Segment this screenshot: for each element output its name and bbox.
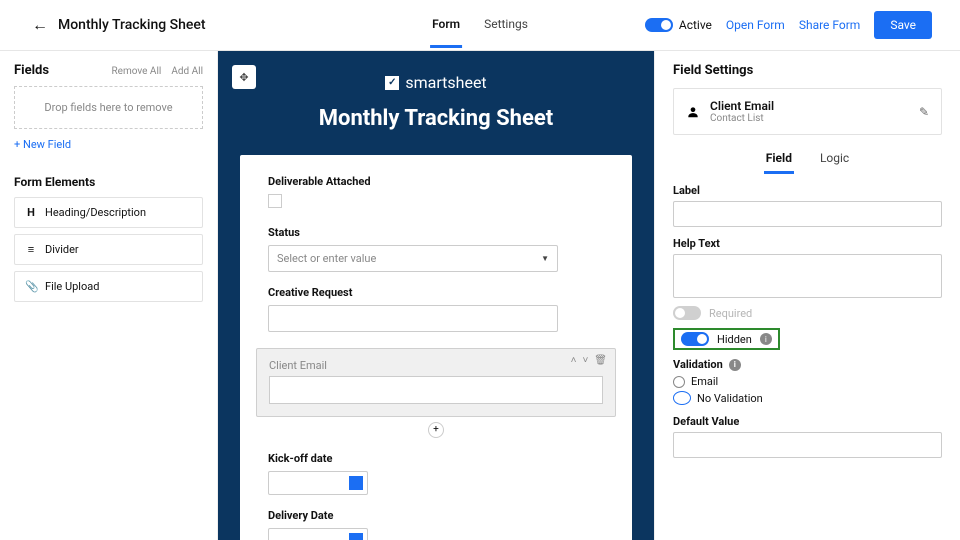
field-label-kickoff: Kick-off date xyxy=(268,452,604,465)
info-icon[interactable]: i xyxy=(760,333,772,345)
chevron-down-icon: ▼ xyxy=(541,254,549,263)
fields-panel: Fields Remove All Add All Drop fields he… xyxy=(0,51,218,540)
subtab-logic[interactable]: Logic xyxy=(818,145,851,174)
status-select[interactable]: Select or enter value ▼ xyxy=(268,245,558,272)
element-file-upload[interactable]: 📎 File Upload xyxy=(14,271,203,302)
edit-icon[interactable]: ✎ xyxy=(919,105,929,119)
tab-settings[interactable]: Settings xyxy=(482,3,530,48)
help-text-input[interactable] xyxy=(673,254,942,298)
element-divider[interactable]: ≡ Divider xyxy=(14,234,203,265)
hidden-toggle[interactable] xyxy=(681,332,709,346)
client-email-input[interactable] xyxy=(269,376,603,404)
required-toggle[interactable] xyxy=(673,306,701,320)
top-tabs: Form Settings xyxy=(430,3,530,48)
tab-form[interactable]: Form xyxy=(430,3,462,48)
move-up-icon[interactable]: ˄ xyxy=(571,355,577,366)
brand-logo: ✓ smartsheet xyxy=(240,73,632,92)
validation-email-radio[interactable] xyxy=(673,376,685,388)
attachment-icon: 📎 xyxy=(25,280,37,293)
add-all-link[interactable]: Add All xyxy=(171,66,203,77)
active-toggle[interactable] xyxy=(645,18,673,32)
form-canvas: ✥ ✓ smartsheet Monthly Tracking Sheet De… xyxy=(218,51,654,540)
active-label: Active xyxy=(679,18,712,32)
element-label: Heading/Description xyxy=(45,206,146,219)
help-text-label: Help Text xyxy=(673,237,942,250)
info-icon[interactable]: i xyxy=(729,359,741,371)
form-elements-heading: Form Elements xyxy=(14,175,203,189)
share-form-link[interactable]: Share Form xyxy=(799,18,861,32)
field-label-status: Status xyxy=(268,226,604,239)
selected-field-name: Client Email xyxy=(710,99,774,113)
default-value-label: Default Value xyxy=(673,415,942,428)
hidden-label: Hidden xyxy=(717,333,752,346)
fields-heading: Fields xyxy=(14,63,49,78)
back-arrow-icon[interactable]: ← xyxy=(32,15,48,35)
validation-label: Validation xyxy=(673,358,723,371)
element-label: Divider xyxy=(45,243,79,256)
field-label-creative: Creative Request xyxy=(268,286,604,299)
creative-input[interactable] xyxy=(268,305,558,332)
form-card: Deliverable Attached Status Select or en… xyxy=(240,155,632,540)
default-value-input[interactable] xyxy=(673,432,942,458)
save-button[interactable]: Save xyxy=(874,11,932,39)
delivery-date-input[interactable] xyxy=(268,528,368,540)
remove-dropzone[interactable]: Drop fields here to remove xyxy=(14,86,203,129)
selected-field-type: Contact List xyxy=(710,113,774,124)
field-settings-heading: Field Settings xyxy=(673,63,942,78)
field-label-delivery: Delivery Date xyxy=(268,509,604,522)
calendar-icon xyxy=(349,533,363,540)
hidden-highlight: Hidden i xyxy=(673,328,780,350)
selected-field-client-email[interactable]: ˄ ˅ 🗑 Client Email xyxy=(256,348,616,417)
remove-all-link[interactable]: Remove All xyxy=(112,66,162,77)
validation-none-label: No Validation xyxy=(697,392,763,405)
validation-email-label: Email xyxy=(691,375,718,388)
field-label-deliverable: Deliverable Attached xyxy=(268,175,604,188)
brand-mark-icon: ✓ xyxy=(385,76,399,90)
required-label: Required xyxy=(709,307,752,320)
open-form-link[interactable]: Open Form xyxy=(726,18,785,32)
move-down-icon[interactable]: ˅ xyxy=(582,355,588,366)
status-placeholder: Select or enter value xyxy=(277,252,376,265)
delete-icon[interactable]: 🗑 xyxy=(594,355,607,366)
page-title: Monthly Tracking Sheet xyxy=(58,17,206,33)
contact-icon xyxy=(686,105,700,119)
validation-none-radio[interactable] xyxy=(673,391,691,405)
brand-text: smartsheet xyxy=(405,73,486,92)
subtab-field[interactable]: Field xyxy=(764,145,794,174)
active-toggle-wrap: Active xyxy=(645,18,712,32)
kickoff-date-input[interactable] xyxy=(268,471,368,495)
element-label: File Upload xyxy=(45,280,99,293)
calendar-icon xyxy=(349,476,363,490)
move-handle-icon[interactable]: ✥ xyxy=(232,65,256,89)
add-field-below-button[interactable]: + xyxy=(428,422,444,438)
field-settings-panel: Field Settings Client Email Contact List… xyxy=(654,51,960,540)
form-title: Monthly Tracking Sheet xyxy=(240,106,632,131)
deliverable-checkbox[interactable] xyxy=(268,194,282,208)
label-label: Label xyxy=(673,184,942,197)
new-field-link[interactable]: + New Field xyxy=(14,138,71,151)
selected-field-label: Client Email xyxy=(269,359,603,372)
selected-field-card: Client Email Contact List ✎ xyxy=(673,88,942,135)
heading-icon: H xyxy=(25,206,37,219)
element-heading[interactable]: H Heading/Description xyxy=(14,197,203,228)
label-input[interactable] xyxy=(673,201,942,227)
divider-icon: ≡ xyxy=(25,243,37,256)
